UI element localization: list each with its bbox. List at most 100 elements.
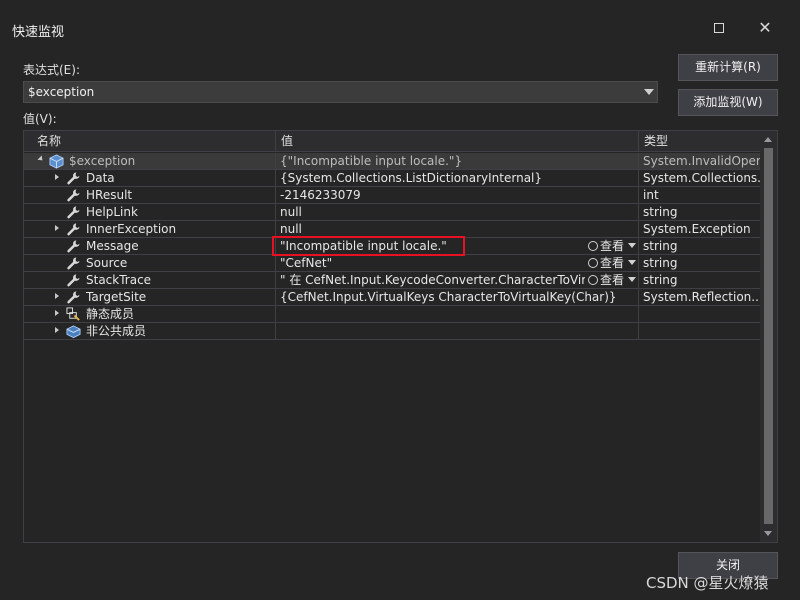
table-row[interactable]: HelpLink null string [24, 204, 761, 221]
cell-value[interactable]: " 在 CefNet.Input.KeycodeConverter.Charac… [276, 272, 639, 289]
row-type-text: System.Exception [643, 222, 751, 236]
static-members-icon [66, 307, 81, 322]
cell-name[interactable]: TargetSite [24, 289, 276, 306]
wrench-icon [66, 239, 81, 254]
cell-type: string [639, 255, 761, 272]
row-name-label: HResult [86, 188, 133, 202]
close-icon[interactable]: ✕ [756, 19, 774, 37]
cell-value[interactable]: {System.Collections.ListDictionaryIntern… [276, 170, 639, 187]
cell-name[interactable]: InnerException [24, 221, 276, 238]
cell-name[interactable]: 非公共成员 [24, 323, 276, 340]
view-label: 查看 [599, 273, 624, 287]
row-type-text: int [643, 188, 659, 202]
wrench-icon [66, 171, 81, 186]
expand-closed-icon[interactable] [55, 310, 59, 316]
chevron-down-icon[interactable] [628, 243, 636, 248]
table-row[interactable]: 静态成员 [24, 306, 761, 323]
cell-value[interactable]: -2146233079 [276, 187, 639, 204]
expression-value[interactable]: $exception [28, 85, 94, 99]
table-row[interactable]: Data {System.Collections.ListDictionaryIn… [24, 170, 761, 187]
row-value-text: {"Incompatible input locale."} [280, 154, 463, 168]
recalculate-button[interactable]: 重新计算(R) [678, 54, 778, 81]
window-title: 快速监视 [12, 25, 65, 40]
table-row[interactable]: Source "CefNet" 查看 string [24, 255, 761, 272]
row-value-text: null [280, 222, 302, 236]
table-row[interactable]: 非公共成员 [24, 323, 761, 340]
cell-name[interactable]: $exception [24, 153, 276, 170]
row-value-text: null [280, 205, 302, 219]
row-name-label: InnerException [86, 222, 177, 236]
row-type-text: System.Reflection.... [643, 290, 761, 304]
column-header-name[interactable]: 名称 [24, 131, 276, 152]
expression-input[interactable]: $exception [23, 81, 658, 103]
search-icon [587, 275, 598, 285]
column-header-value[interactable]: 值 [276, 131, 639, 152]
cell-value[interactable]: null [276, 204, 639, 221]
cell-type: string [639, 272, 761, 289]
cell-type: System.Collections.I... [639, 170, 761, 187]
cell-value[interactable] [276, 323, 639, 340]
expand-open-icon[interactable] [37, 155, 45, 163]
table-row[interactable]: HResult -2146233079 int [24, 187, 761, 204]
view-button[interactable]: 查看 [584, 255, 636, 271]
row-name-label: 非公共成员 [86, 324, 147, 338]
object-icon [49, 154, 64, 169]
row-name-label: Data [86, 171, 115, 185]
wrench-icon [66, 273, 81, 288]
row-type-text: System.Collections.I... [643, 171, 761, 185]
cell-value[interactable]: {"Incompatible input locale."} [276, 153, 639, 170]
row-name-label: $exception [69, 154, 136, 168]
wrench-icon [66, 222, 81, 237]
cell-name[interactable]: StackTrace [24, 272, 276, 289]
watermark: CSDN @星火燎猿 [646, 574, 769, 592]
chevron-down-icon[interactable] [628, 277, 636, 282]
dropdown-arrow-icon[interactable] [644, 89, 654, 95]
row-name-label: TargetSite [86, 290, 147, 304]
vertical-scrollbar[interactable] [760, 131, 777, 542]
cell-name[interactable]: HelpLink [24, 204, 276, 221]
row-type-text: System.InvalidOper... [643, 154, 761, 168]
wrench-icon [66, 188, 81, 203]
expression-label: 表达式(E): [23, 63, 80, 77]
view-button[interactable]: 查看 [584, 238, 636, 254]
column-header-type[interactable]: 类型 [639, 131, 761, 152]
row-name-label: Source [86, 256, 128, 270]
expand-closed-icon[interactable] [55, 327, 59, 333]
cell-value[interactable]: {CefNet.Input.VirtualKeys CharacterToVir… [276, 289, 639, 306]
expand-closed-icon[interactable] [55, 225, 59, 231]
search-icon [587, 241, 598, 251]
table-row[interactable]: TargetSite {CefNet.Input.VirtualKeys Char… [24, 289, 761, 306]
row-value-text: "CefNet" [280, 256, 333, 270]
cell-type: System.InvalidOper... [639, 153, 761, 170]
table-row[interactable]: $exception {"Incompatible input locale."}… [24, 153, 761, 170]
cell-name[interactable]: 静态成员 [24, 306, 276, 323]
view-label: 查看 [599, 239, 624, 253]
cell-value[interactable]: "CefNet" 查看 [276, 255, 639, 272]
maximize-icon[interactable] [710, 19, 728, 37]
cell-value[interactable] [276, 306, 639, 323]
wrench-icon [66, 205, 81, 220]
watch-grid: 名称 值 类型 $exception {"Incompatible input l… [23, 130, 778, 543]
cell-name[interactable]: HResult [24, 187, 276, 204]
cell-type [639, 323, 761, 340]
row-name-label: 静态成员 [86, 307, 135, 321]
table-row[interactable]: StackTrace " 在 CefNet.Input.KeycodeConver… [24, 272, 761, 289]
scroll-up-icon[interactable] [764, 137, 772, 142]
cell-name[interactable]: Data [24, 170, 276, 187]
cell-name[interactable]: Message [24, 238, 276, 255]
row-value-text: {CefNet.Input.VirtualKeys CharacterToVir… [280, 290, 617, 304]
scrollbar-thumb[interactable] [764, 148, 773, 524]
chevron-down-icon[interactable] [628, 260, 636, 265]
wrench-icon [66, 290, 81, 305]
scroll-down-icon[interactable] [764, 531, 772, 536]
expand-closed-icon[interactable] [55, 174, 59, 180]
title-bar: 快速监视 ✕ [0, 0, 800, 56]
cell-name[interactable]: Source [24, 255, 276, 272]
row-value-text: {System.Collections.ListDictionaryIntern… [280, 171, 543, 185]
row-type-text: string [643, 239, 678, 253]
cell-type [639, 306, 761, 323]
view-button[interactable]: 查看 [584, 272, 636, 288]
add-watch-button[interactable]: 添加监视(W) [678, 89, 778, 116]
expand-closed-icon[interactable] [55, 293, 59, 299]
value-label: 值(V): [23, 112, 57, 126]
